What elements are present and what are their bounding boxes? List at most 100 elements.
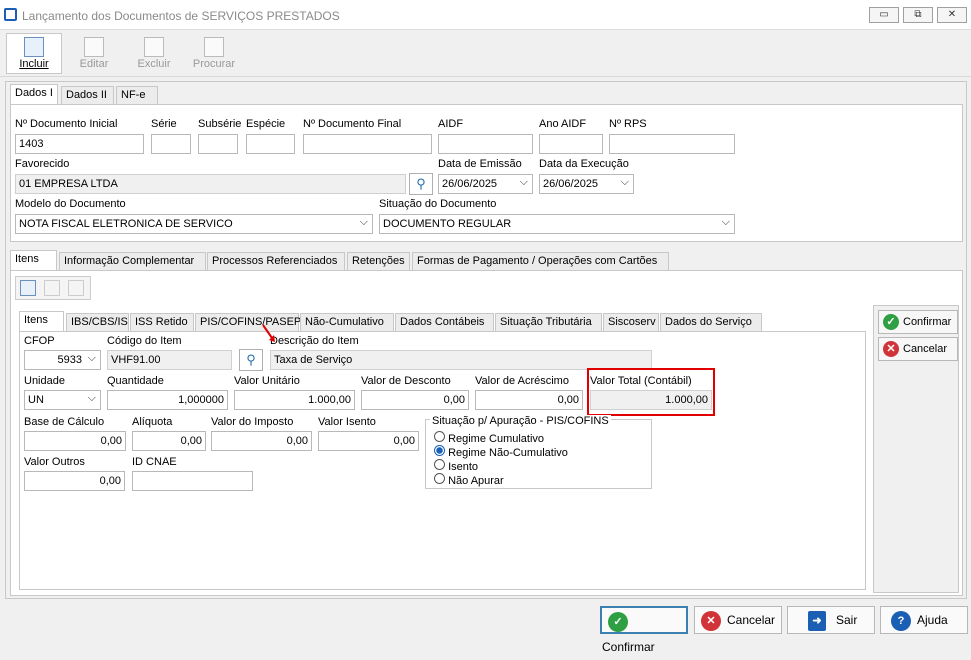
red-arrow-annotation bbox=[262, 324, 275, 342]
tab-retencoes[interactable]: Retenções bbox=[347, 252, 410, 270]
valor-imposto-input[interactable]: 0,00 bbox=[211, 431, 312, 451]
valor-acrescimo-input[interactable]: 0,00 bbox=[475, 390, 583, 410]
radio-isento[interactable]: Isento bbox=[434, 459, 478, 473]
doc-final-label: Nº Documento Final bbox=[303, 118, 402, 130]
id-cnae-input[interactable] bbox=[132, 471, 253, 491]
add-document-icon bbox=[24, 37, 44, 57]
toolbar: Incluir Editar Excluir Procurar bbox=[0, 31, 971, 77]
excluir-button[interactable]: Excluir bbox=[126, 33, 182, 74]
tab-itens[interactable]: Itens bbox=[10, 250, 57, 270]
unidade-select[interactable]: UN bbox=[24, 390, 101, 410]
cancel-icon: ✕ bbox=[883, 341, 899, 358]
data-execucao-picker[interactable]: 26/06/2025 bbox=[539, 174, 634, 194]
cfop-select[interactable]: 5933 bbox=[24, 350, 101, 370]
codigo-item-search-button[interactable]: ⚲ bbox=[239, 349, 263, 371]
main-panel: Dados I Dados II NF-e Nº Documento Inici… bbox=[5, 81, 967, 599]
tab-nao-cumulativo[interactable]: Não-Cumulativo bbox=[300, 313, 394, 331]
valor-total-input[interactable]: 1.000,00 bbox=[590, 390, 712, 410]
itens-panel: Itens IBS/CBS/IS ISS Retido PIS/COFINS/P… bbox=[10, 270, 963, 596]
doc-final-input[interactable] bbox=[303, 134, 432, 154]
aliquota-label: Alíquota bbox=[132, 416, 173, 428]
incluir-button[interactable]: Incluir bbox=[6, 33, 62, 74]
serie-label: Série bbox=[151, 118, 177, 130]
app-icon bbox=[4, 8, 17, 21]
base-calculo-label: Base de Cálculo bbox=[24, 416, 105, 428]
valor-unitario-label: Valor Unitário bbox=[234, 375, 300, 387]
codigo-item-label: Código do Item bbox=[107, 335, 182, 347]
radio-nao-apurar[interactable]: Não Apurar bbox=[434, 473, 504, 487]
quantidade-input[interactable]: 1,000000 bbox=[107, 390, 228, 410]
doc-inicial-label: Nº Documento Inicial bbox=[15, 118, 118, 130]
confirmar-button[interactable]: ✓Confirmar bbox=[600, 606, 688, 654]
valor-outros-input[interactable]: 0,00 bbox=[24, 471, 125, 491]
cancelar-button[interactable]: ✕ Cancelar bbox=[694, 606, 782, 634]
especie-input[interactable] bbox=[246, 134, 295, 154]
tab-dados-ii[interactable]: Dados II bbox=[61, 86, 114, 104]
item-cancelar-button[interactable]: ✕ Cancelar bbox=[878, 337, 958, 361]
tab-situacao-tributaria[interactable]: Situação Tributária bbox=[495, 313, 602, 331]
situacao-select[interactable]: DOCUMENTO REGULAR bbox=[379, 214, 735, 234]
tab-item-itens[interactable]: Itens bbox=[19, 311, 64, 331]
serie-input[interactable] bbox=[151, 134, 191, 154]
dados-i-panel: Nº Documento Inicial 1403 Série Subsérie… bbox=[10, 104, 963, 242]
tab-dados-contabeis[interactable]: Dados Contábeis bbox=[395, 313, 494, 331]
tab-nfe[interactable]: NF-e bbox=[116, 86, 158, 104]
sair-button[interactable]: ➜ Sair bbox=[787, 606, 875, 634]
base-calculo-input[interactable]: 0,00 bbox=[24, 431, 126, 451]
tab-iss-retido[interactable]: ISS Retido bbox=[130, 313, 194, 331]
tab-ibs-cbs-is[interactable]: IBS/CBS/IS bbox=[66, 313, 129, 331]
item-confirmar-button[interactable]: ✓ Confirmar bbox=[878, 310, 958, 334]
tab-siscoserv[interactable]: Siscoserv bbox=[603, 313, 659, 331]
aliquota-input[interactable]: 0,00 bbox=[132, 431, 206, 451]
aidf-label: AIDF bbox=[438, 118, 464, 130]
unidade-label: Unidade bbox=[24, 375, 65, 387]
check-icon: ✓ bbox=[608, 611, 628, 632]
search-icon: ⚲ bbox=[246, 352, 256, 367]
situacao-apuracao-title: Situação p/ Apuração - PIS/COFINS bbox=[430, 415, 611, 427]
ano-aidf-label: Ano AIDF bbox=[539, 118, 587, 130]
editar-button[interactable]: Editar bbox=[66, 33, 122, 74]
ajuda-button[interactable]: ? Ajuda bbox=[880, 606, 968, 634]
tab-dados-i[interactable]: Dados I bbox=[10, 84, 58, 104]
modelo-select[interactable]: NOTA FISCAL ELETRONICA DE SERVICO bbox=[15, 214, 373, 234]
tab-pis-cofins-pasep[interactable]: PIS/COFINS/PASEP bbox=[195, 313, 301, 331]
descricao-item-input[interactable]: Taxa de Serviço bbox=[270, 350, 652, 370]
help-icon: ? bbox=[891, 610, 911, 631]
tab-formas-pagamento[interactable]: Formas de Pagamento / Operações com Cart… bbox=[412, 252, 669, 270]
ano-aidf-input[interactable] bbox=[539, 134, 603, 154]
restore-button[interactable]: ⧉ bbox=[903, 7, 933, 23]
cancel-icon: ✕ bbox=[701, 610, 721, 631]
valor-isento-input[interactable]: 0,00 bbox=[318, 431, 419, 451]
procurar-button[interactable]: Procurar bbox=[186, 33, 242, 74]
valor-isento-label: Valor Isento bbox=[318, 416, 376, 428]
radio-regime-nao-cumulativo[interactable]: Regime Não-Cumulativo bbox=[434, 445, 568, 459]
close-button[interactable]: ✕ bbox=[937, 7, 967, 23]
aidf-input[interactable] bbox=[438, 134, 533, 154]
data-emissao-picker[interactable]: 26/06/2025 bbox=[438, 174, 533, 194]
data-emissao-label: Data de Emissão bbox=[438, 158, 522, 170]
delete-icon bbox=[144, 37, 164, 57]
window-title: Lançamento dos Documentos de SERVIÇOS PR… bbox=[22, 9, 340, 23]
subserie-input[interactable] bbox=[198, 134, 238, 154]
rps-input[interactable] bbox=[609, 134, 735, 154]
search-document-icon bbox=[204, 37, 224, 57]
tab-processos-referenciados[interactable]: Processos Referenciados bbox=[207, 252, 345, 270]
delete-item-icon[interactable] bbox=[68, 280, 84, 296]
favorecido-search-button[interactable]: ⚲ bbox=[409, 173, 433, 195]
id-cnae-label: ID CNAE bbox=[132, 456, 177, 468]
quantidade-label: Quantidade bbox=[107, 375, 164, 387]
subserie-label: Subsérie bbox=[198, 118, 242, 130]
codigo-item-input[interactable]: VHF91.00 bbox=[107, 350, 232, 370]
doc-inicial-input[interactable]: 1403 bbox=[15, 134, 144, 154]
tab-dados-servico[interactable]: Dados do Serviço bbox=[660, 313, 762, 331]
tab-informacao-complementar[interactable]: Informação Complementar bbox=[59, 252, 206, 270]
valor-unitario-input[interactable]: 1.000,00 bbox=[234, 390, 355, 410]
add-item-icon[interactable] bbox=[20, 280, 36, 296]
valor-desconto-input[interactable]: 0,00 bbox=[361, 390, 469, 410]
favorecido-input[interactable]: 01 EMPRESA LTDA bbox=[15, 174, 406, 194]
edit-item-icon[interactable] bbox=[44, 280, 60, 296]
radio-regime-cumulativo[interactable]: Regime Cumulativo bbox=[434, 431, 544, 445]
radio-circle bbox=[434, 459, 445, 470]
minimize-button[interactable]: ▭ bbox=[869, 7, 899, 23]
search-icon: ⚲ bbox=[416, 176, 426, 191]
